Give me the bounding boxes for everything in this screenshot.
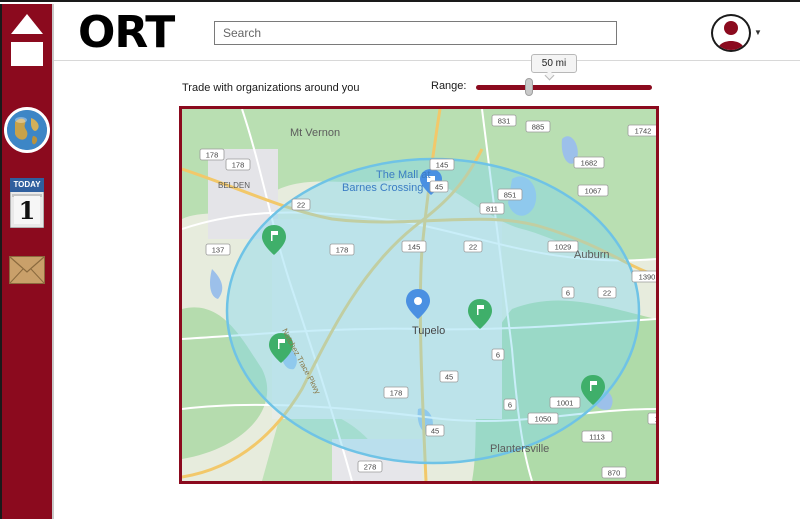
map-label-mall: The Mall at bbox=[376, 169, 431, 181]
sidebar: TODAY 1 bbox=[0, 4, 54, 519]
app-frame: TODAY 1 ORT ▼ Trade with organizations a… bbox=[0, 0, 800, 519]
range-slider-thumb[interactable] bbox=[525, 78, 533, 96]
svg-text:45: 45 bbox=[431, 427, 439, 436]
svg-text:145: 145 bbox=[408, 243, 421, 252]
svg-text:1279: 1279 bbox=[655, 415, 656, 424]
route-shield: 145 bbox=[429, 158, 455, 171]
map-label-belden: BELDEN bbox=[218, 181, 251, 190]
svg-text:6: 6 bbox=[566, 289, 570, 298]
route-shield: 885 bbox=[525, 120, 551, 133]
account-menu-chevron-down-icon[interactable]: ▼ bbox=[754, 28, 762, 37]
svg-text:278: 278 bbox=[364, 463, 377, 472]
svg-text:22: 22 bbox=[603, 289, 611, 298]
svg-text:178: 178 bbox=[336, 246, 349, 255]
route-shield: 1742 bbox=[627, 124, 656, 137]
map-label-plantersville: Plantersville bbox=[490, 443, 550, 455]
mail-icon bbox=[9, 256, 45, 284]
app-logo-icon[interactable] bbox=[10, 12, 44, 68]
route-shield: 1682 bbox=[573, 156, 605, 169]
route-shield: 851 bbox=[497, 188, 523, 201]
route-shield: 811 bbox=[479, 202, 505, 215]
route-shield: 22 bbox=[291, 198, 311, 211]
route-shield: 1279 bbox=[647, 412, 656, 425]
user-avatar-icon bbox=[718, 21, 744, 50]
sidebar-divider bbox=[52, 4, 54, 519]
nav-globe-button[interactable] bbox=[4, 107, 50, 159]
svg-text:22: 22 bbox=[297, 201, 305, 210]
map-view[interactable]: 831 885 1742 1682 1067 851 811 1029 1390 145 45 178… bbox=[179, 106, 659, 484]
top-header: ORT ▼ bbox=[54, 4, 800, 61]
route-shield: 870 bbox=[601, 466, 627, 479]
svg-text:870: 870 bbox=[608, 469, 621, 478]
svg-text:6: 6 bbox=[496, 351, 500, 360]
nav-calendar-button[interactable]: TODAY 1 bbox=[9, 177, 45, 229]
range-label: Range: bbox=[431, 80, 467, 92]
svg-text:1067: 1067 bbox=[585, 187, 602, 196]
search-input[interactable] bbox=[214, 21, 617, 45]
route-shield: 22 bbox=[463, 240, 483, 253]
svg-text:45: 45 bbox=[445, 373, 453, 382]
svg-text:1390: 1390 bbox=[639, 273, 656, 282]
svg-text:6: 6 bbox=[508, 401, 512, 410]
svg-text:178: 178 bbox=[390, 389, 403, 398]
user-avatar-button[interactable] bbox=[711, 14, 751, 52]
route-shield: 6 bbox=[503, 398, 517, 411]
svg-text:1001: 1001 bbox=[557, 399, 574, 408]
calendar-day: 1 bbox=[18, 196, 36, 225]
route-shield: 278 bbox=[357, 460, 383, 473]
route-shield: 22 bbox=[597, 286, 617, 299]
calendar-month: TODAY bbox=[13, 180, 41, 189]
route-shield: 1067 bbox=[577, 184, 609, 197]
svg-text:178: 178 bbox=[232, 161, 245, 170]
route-shield: 178 bbox=[199, 148, 225, 161]
globe-icon bbox=[4, 107, 50, 153]
map-label-auburn: Auburn bbox=[574, 249, 610, 261]
route-shield: 45 bbox=[439, 370, 459, 383]
route-shield: 178 bbox=[329, 243, 355, 256]
route-shield: 45 bbox=[425, 424, 445, 437]
map-canvas[interactable]: 831 885 1742 1682 1067 851 811 1029 1390 145 45 178… bbox=[182, 109, 656, 481]
route-shield: 137 bbox=[205, 243, 231, 256]
range-value-tooltip: 50 mi bbox=[531, 54, 577, 73]
svg-text:831: 831 bbox=[498, 117, 511, 126]
svg-text:1029: 1029 bbox=[555, 243, 572, 252]
route-shield: 1113 bbox=[581, 430, 613, 443]
route-shield: 831 bbox=[491, 114, 517, 127]
route-shield: 1050 bbox=[527, 412, 559, 425]
map-label-mt-vernon: Mt Vernon bbox=[290, 127, 341, 139]
svg-text:22: 22 bbox=[469, 243, 477, 252]
svg-text:811: 811 bbox=[486, 205, 498, 214]
brand-wordmark: ORT bbox=[78, 7, 175, 58]
route-shield: 45 bbox=[429, 180, 449, 193]
svg-text:851: 851 bbox=[504, 191, 517, 200]
svg-text:137: 137 bbox=[212, 246, 225, 255]
svg-text:145: 145 bbox=[436, 161, 449, 170]
svg-text:1113: 1113 bbox=[589, 433, 605, 442]
svg-text:1050: 1050 bbox=[535, 415, 552, 424]
svg-text:178: 178 bbox=[206, 151, 219, 160]
route-shield: 178 bbox=[383, 386, 409, 399]
map-label-tupelo: Tupelo bbox=[412, 325, 446, 337]
route-shield: 6 bbox=[491, 348, 505, 361]
route-shield: 145 bbox=[401, 240, 427, 253]
page-tagline: Trade with organizations around you bbox=[182, 82, 360, 94]
range-slider[interactable] bbox=[476, 78, 652, 96]
route-shield: 178 bbox=[225, 158, 251, 171]
svg-text:885: 885 bbox=[532, 123, 545, 132]
svg-text:1742: 1742 bbox=[635, 127, 652, 136]
sidebar-panel-lower bbox=[2, 309, 52, 519]
range-slider-track[interactable] bbox=[476, 85, 652, 90]
svg-text:1682: 1682 bbox=[581, 159, 598, 168]
route-shield: 6 bbox=[561, 286, 575, 299]
svg-text:45: 45 bbox=[435, 183, 443, 192]
nav-mail-button[interactable] bbox=[9, 256, 45, 284]
route-shield: 1001 bbox=[549, 396, 581, 409]
route-shield: 1390 bbox=[631, 270, 656, 283]
map-label-mall-2: Barnes Crossing bbox=[342, 182, 424, 194]
